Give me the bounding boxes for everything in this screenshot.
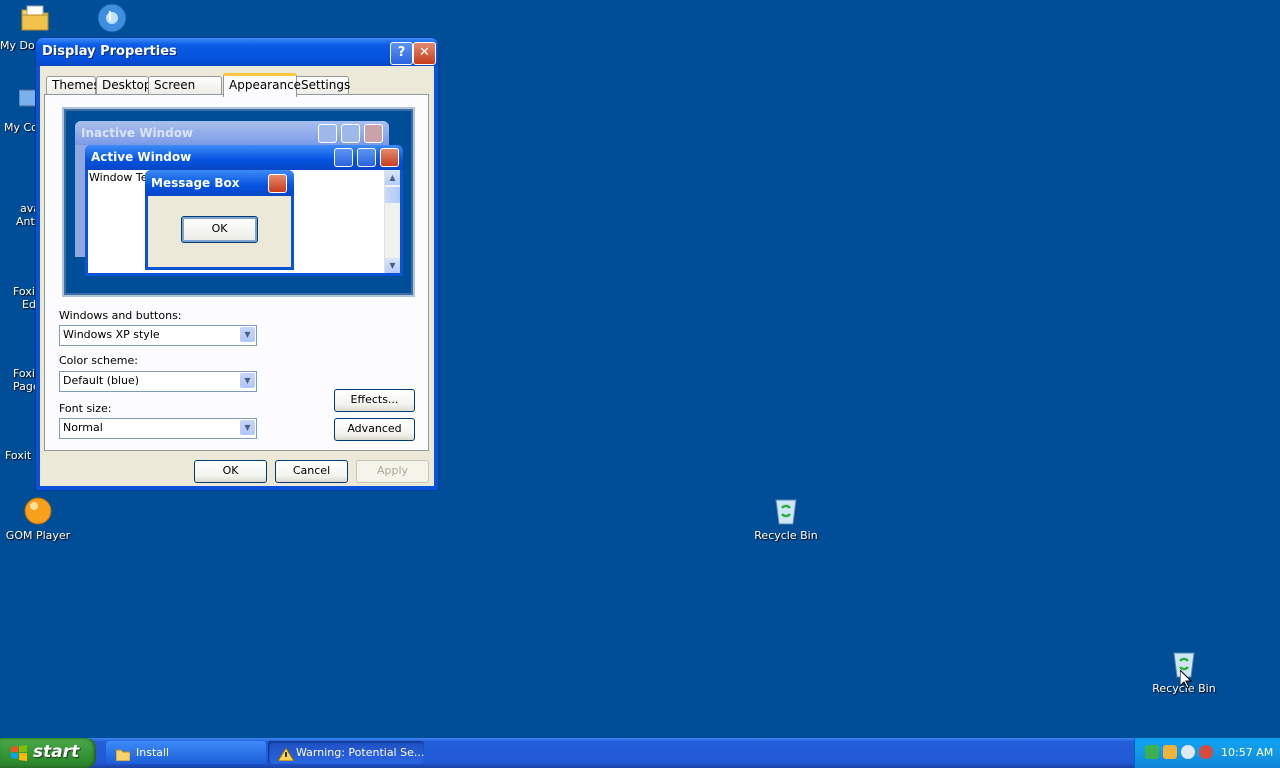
display-properties-dialog: Display Properties ? ✕ Themes Desktop Sc… bbox=[36, 38, 438, 490]
close-icon bbox=[380, 148, 399, 167]
chevron-down-icon[interactable]: ▼ bbox=[240, 327, 255, 342]
windows-buttons-value: Windows XP style bbox=[63, 328, 160, 341]
taskbar-item-label: Install bbox=[136, 746, 170, 759]
dialog-title: Display Properties bbox=[42, 44, 177, 59]
preview-message-titlebar: Message Box bbox=[145, 170, 294, 196]
scroll-thumb bbox=[385, 187, 400, 203]
cancel-button[interactable]: Cancel bbox=[275, 460, 348, 483]
scroll-down-icon: ▼ bbox=[385, 258, 400, 273]
network-icon[interactable] bbox=[1145, 745, 1159, 759]
tab-desktop[interactable]: Desktop bbox=[96, 76, 152, 95]
desktop-icon-media[interactable] bbox=[72, 2, 152, 37]
color-scheme-select[interactable]: Default (blue) ▼ bbox=[59, 371, 257, 392]
start-label: start bbox=[33, 742, 80, 762]
desktop-label-recycle-bin: Recycle Bin bbox=[754, 529, 818, 542]
gom-player-icon bbox=[22, 494, 54, 526]
recycle-bin-icon bbox=[770, 494, 802, 526]
chevron-down-icon[interactable]: ▼ bbox=[240, 420, 255, 435]
preview-scrollbar: ▲ ▼ bbox=[384, 170, 400, 273]
preview-message-title: Message Box bbox=[151, 176, 240, 190]
update-icon[interactable] bbox=[1163, 745, 1177, 759]
appearance-preview: Inactive Window Active Window Window Tex… bbox=[62, 107, 415, 297]
preview-message-body: OK bbox=[148, 196, 291, 267]
help-button[interactable]: ? bbox=[390, 42, 413, 65]
desktop-icon-gom-player[interactable]: GOM Player bbox=[0, 494, 78, 542]
desktop-label-my-documents: My Doc bbox=[0, 39, 38, 52]
effects-button[interactable]: Effects... bbox=[334, 389, 415, 412]
minimize-icon bbox=[318, 124, 337, 143]
info-icon[interactable] bbox=[1181, 745, 1195, 759]
taskbar: start Install Warning: Potential Se... 1… bbox=[0, 738, 1280, 768]
desktop-icon-recycle-bin[interactable]: Recycle Bin bbox=[746, 494, 826, 542]
font-size-label: Font size: bbox=[59, 402, 112, 415]
preview-inactive-titlebar: Inactive Window bbox=[75, 121, 389, 145]
security-icon[interactable] bbox=[1199, 745, 1213, 759]
media-player-icon bbox=[96, 2, 128, 34]
ok-button[interactable]: OK bbox=[194, 460, 267, 483]
system-tray: 10:57 AM bbox=[1134, 738, 1280, 768]
tab-themes[interactable]: Themes bbox=[46, 76, 100, 95]
folder-icon bbox=[115, 746, 131, 764]
windows-buttons-label: Windows and buttons: bbox=[59, 309, 182, 322]
folder-icon bbox=[19, 2, 51, 34]
close-button[interactable]: ✕ bbox=[413, 42, 436, 65]
desktop-label-gom-player: GOM Player bbox=[5, 529, 71, 542]
minimize-icon bbox=[334, 148, 353, 167]
mouse-cursor-icon bbox=[1179, 668, 1193, 691]
preview-active-titlebar: Active Window bbox=[85, 145, 403, 170]
taskbar-item-label: Warning: Potential Se... bbox=[296, 746, 424, 759]
apply-button[interactable]: Apply bbox=[356, 460, 429, 483]
tab-appearance[interactable]: Appearance bbox=[223, 73, 301, 97]
dialog-titlebar[interactable]: Display Properties ? ✕ bbox=[36, 38, 438, 66]
close-icon bbox=[364, 124, 383, 143]
preview-message-box: Message Box OK bbox=[145, 170, 294, 270]
color-scheme-value: Default (blue) bbox=[63, 374, 140, 387]
warning-icon bbox=[277, 746, 295, 764]
preview-inactive-title: Inactive Window bbox=[81, 126, 194, 140]
maximize-icon bbox=[341, 124, 360, 143]
preview-desktop: Inactive Window Active Window Window Tex… bbox=[66, 111, 411, 293]
windows-buttons-select[interactable]: Windows XP style ▼ bbox=[59, 325, 257, 346]
taskbar-clock: 10:57 AM bbox=[1221, 746, 1274, 759]
chevron-down-icon[interactable]: ▼ bbox=[240, 373, 255, 388]
taskbar-item-warning[interactable]: Warning: Potential Se... bbox=[268, 741, 424, 764]
appearance-panel: Inactive Window Active Window Window Tex… bbox=[44, 94, 429, 451]
color-scheme-label: Color scheme: bbox=[59, 354, 138, 367]
advanced-button[interactable]: Advanced bbox=[334, 418, 415, 441]
font-size-value: Normal bbox=[63, 421, 103, 434]
maximize-icon bbox=[357, 148, 376, 167]
taskbar-item-install[interactable]: Install bbox=[106, 741, 266, 764]
preview-active-title: Active Window bbox=[91, 150, 192, 164]
close-icon bbox=[268, 174, 287, 193]
tab-screen-saver[interactable]: Screen Saver bbox=[148, 76, 222, 109]
scroll-up-icon: ▲ bbox=[385, 170, 400, 185]
windows-logo-icon bbox=[10, 745, 28, 761]
preview-ok-button: OK bbox=[181, 216, 258, 243]
tab-settings[interactable]: Settings bbox=[295, 76, 350, 95]
desktop-icon-my-documents[interactable] bbox=[0, 2, 75, 37]
dialog-client: Themes Desktop Screen Saver Appearance S… bbox=[40, 66, 434, 486]
start-button[interactable]: start bbox=[0, 738, 96, 768]
font-size-select[interactable]: Normal ▼ bbox=[59, 418, 257, 439]
